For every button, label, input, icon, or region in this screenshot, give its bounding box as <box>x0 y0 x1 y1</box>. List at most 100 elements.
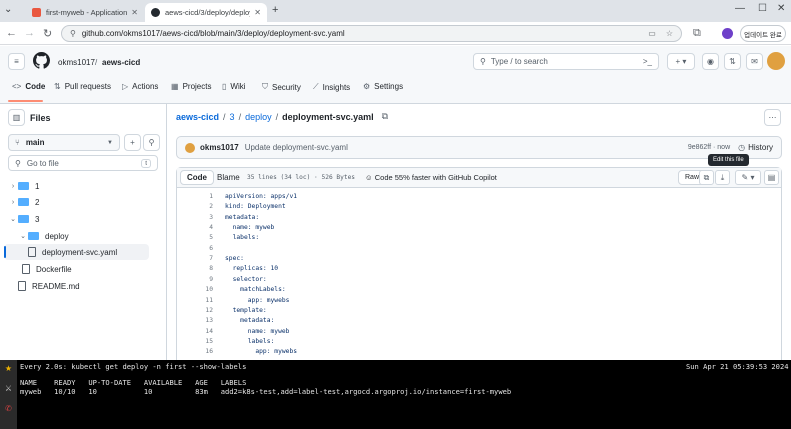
shortcut-key: t <box>141 158 151 168</box>
branch-selector[interactable]: ⑂ main ▼ <box>8 134 120 151</box>
copy-path-icon[interactable]: ⧉ <box>382 111 388 122</box>
github-logo-icon[interactable] <box>33 52 50 69</box>
commit-message[interactable]: Update deployment-svc.yaml <box>245 143 348 152</box>
bookmark-star-icon[interactable]: ☆ <box>666 29 673 38</box>
tab-wiki[interactable]: ▯ Wiki <box>222 82 246 91</box>
line-number[interactable]: 9 <box>177 275 213 285</box>
search-files-icon[interactable]: ⚲ <box>143 134 160 151</box>
commit-sha-time[interactable]: 9e862ff · now <box>688 144 730 151</box>
code-icon: <> <box>12 82 22 91</box>
breadcrumb-dir-3[interactable]: 3 <box>230 112 235 122</box>
new-tab-button[interactable]: + <box>272 4 278 16</box>
argo-favicon-icon <box>32 8 41 17</box>
tab-code[interactable]: <> Code <box>12 82 45 91</box>
line-number[interactable]: 4 <box>177 223 213 233</box>
site-info-icon[interactable]: ⚲ <box>70 29 76 38</box>
code-line: 5 labels: <box>177 233 777 243</box>
line-number[interactable]: 10 <box>177 285 213 295</box>
line-number[interactable]: 12 <box>177 306 213 316</box>
tree-item-folder-1[interactable]: › 1 <box>4 178 149 194</box>
maximize-icon[interactable]: ☐ <box>758 3 767 14</box>
collapse-sidebar-icon[interactable]: ▥ <box>8 109 25 126</box>
tree-item-folder-2[interactable]: › 2 <box>4 194 149 210</box>
back-icon[interactable]: ← <box>6 27 17 39</box>
line-number[interactable]: 7 <box>177 254 213 264</box>
tab-settings[interactable]: ⚙ Settings <box>363 82 403 91</box>
plugin-icon[interactable]: ⚔ <box>3 384 14 395</box>
command-palette-icon[interactable]: >_ <box>643 57 652 66</box>
browser-tab-argocd[interactable]: first-myweb - Application Details ✕ <box>26 3 144 22</box>
owner-link[interactable]: okms1017 <box>58 58 95 67</box>
reload-icon[interactable]: ↻ <box>43 27 52 40</box>
line-number[interactable]: 15 <box>177 337 213 347</box>
update-button[interactable]: 업데이트 완료 <box>740 25 786 42</box>
tab-pull-requests[interactable]: ⇅ Pull requests <box>54 82 111 91</box>
output-header: NAME READY UP-TO-DATE AVAILABLE AGE LABE… <box>20 378 247 387</box>
address-bar[interactable]: ⚲ github.com/okms1017/aews-cicd/blob/mai… <box>61 25 682 42</box>
copy-raw-icon[interactable]: ⧉ <box>699 170 714 185</box>
line-number[interactable]: 16 <box>177 347 213 357</box>
tree-item-folder-3[interactable]: ⌄ 3 <box>4 211 149 227</box>
blame-tab[interactable]: Blame <box>211 170 246 185</box>
history-link[interactable]: History <box>748 143 773 152</box>
breadcrumb-repo[interactable]: aews-cicd <box>176 112 219 122</box>
close-tab-icon[interactable]: ✕ <box>131 8 138 17</box>
minimize-icon[interactable]: — <box>735 3 745 14</box>
tree-item-file-readme[interactable]: README.md <box>4 278 149 294</box>
tree-item-folder-deploy[interactable]: ⌄ deploy <box>14 228 149 244</box>
tab-label: Actions <box>132 82 159 91</box>
line-source: metadata: <box>225 317 275 325</box>
tab-projects[interactable]: ▦ Projects <box>171 82 211 91</box>
tree-item-file-dockerfile[interactable]: Dockerfile <box>16 261 149 277</box>
line-number[interactable]: 3 <box>177 213 213 223</box>
line-number[interactable]: 1 <box>177 192 213 202</box>
cast-icon[interactable]: ▭ <box>648 29 656 38</box>
line-source: app: mywebs <box>225 296 290 304</box>
line-number[interactable]: 6 <box>177 244 213 254</box>
breadcrumb-dir-deploy[interactable]: deploy <box>245 112 272 122</box>
copilot-promo[interactable]: ☺ Code 55% faster with GitHub Copilot <box>365 173 497 182</box>
code-line: 14 name: myweb <box>177 327 777 337</box>
line-number[interactable]: 13 <box>177 316 213 326</box>
commit-author[interactable]: okms1017 <box>200 143 239 152</box>
tab-search-icon[interactable]: ⌄ <box>4 4 18 18</box>
line-source: name: myweb <box>225 327 290 335</box>
inbox-icon[interactable]: ✉ <box>746 53 763 70</box>
line-number[interactable]: 11 <box>177 296 213 306</box>
extensions-icon[interactable]: ⧉ <box>693 27 701 40</box>
tree-item-label: README.md <box>32 281 80 291</box>
pull-requests-icon[interactable]: ⇅ <box>724 53 741 70</box>
issues-icon[interactable]: ◉ <box>702 53 719 70</box>
edit-file-button[interactable]: ✎ ▾ <box>735 170 761 185</box>
download-icon[interactable]: ⤓ <box>715 170 730 185</box>
menu-hamburger-icon[interactable]: ≡ <box>8 53 25 70</box>
tab-actions[interactable]: ▷ Actions <box>122 82 158 91</box>
create-new-button[interactable]: + ▾ <box>667 53 695 70</box>
watch-timestamp: Sun Apr 21 05:39:53 2024 <box>686 362 789 371</box>
forward-icon[interactable]: → <box>24 27 35 39</box>
code-line: 2 kind: Deployment <box>177 202 777 212</box>
add-file-button[interactable]: + <box>124 134 141 151</box>
line-number[interactable]: 2 <box>177 202 213 212</box>
code-line: 10 matchLabels: <box>177 285 777 295</box>
star-icon[interactable]: ★ <box>3 364 14 375</box>
close-window-icon[interactable]: ✕ <box>777 3 785 14</box>
tab-security[interactable]: ⛉ Security <box>262 82 301 92</box>
symbols-panel-icon[interactable]: ▤ <box>764 170 779 185</box>
browser-tab-github[interactable]: aews-cicd/3/deploy/deployment-svc.yaml ✕ <box>145 3 267 22</box>
tree-item-file-deployment-svc[interactable]: deployment-svc.yaml <box>4 244 149 260</box>
repo-link[interactable]: aews-cicd <box>102 58 140 67</box>
tab-insights[interactable]: ⟋ Insights <box>313 82 350 92</box>
close-tab-icon[interactable]: ✕ <box>254 8 261 17</box>
code-tab[interactable]: Code <box>180 170 214 185</box>
profile-avatar[interactable] <box>722 28 733 39</box>
go-to-file-input[interactable]: ⚲ Go to file t <box>8 155 158 171</box>
search-input[interactable]: ⚲ Type / to search >_ <box>473 53 659 70</box>
line-number[interactable]: 8 <box>177 264 213 274</box>
alert-icon[interactable]: ✆ <box>3 404 14 415</box>
history-icon: ◷ <box>738 143 746 152</box>
more-options-icon[interactable]: ⋯ <box>764 109 781 126</box>
user-avatar[interactable] <box>767 52 785 70</box>
line-number[interactable]: 5 <box>177 233 213 243</box>
line-number[interactable]: 14 <box>177 327 213 337</box>
